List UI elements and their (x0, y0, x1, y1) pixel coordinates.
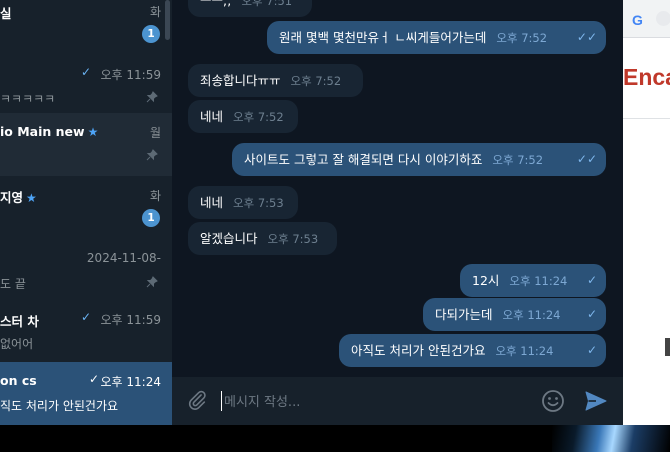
scroll-marker (665, 338, 670, 356)
message-input[interactable]: 메시지 작성... (224, 391, 300, 410)
message-time: 오후 11:24 (509, 274, 568, 288)
browser-toolbar: G (623, 0, 670, 38)
check-icon: ✓ (586, 307, 597, 321)
chat-time: 화 (149, 5, 161, 19)
chat-title: 실 (0, 6, 12, 21)
chat-preview: 없어어 (0, 337, 34, 351)
pin-icon (146, 276, 158, 288)
chat-list-item-selected[interactable]: on cs ✓ 오후 11:24 직도 처리가 안된건가요 (0, 362, 172, 425)
read-check-icon: ✓ (80, 65, 91, 79)
message-text: 사이트도 그렇고 잘 해결되면 다시 이야기하죠 (244, 152, 483, 167)
chat-title-text: io Main new (0, 124, 85, 139)
profile-avatar[interactable] (656, 11, 670, 26)
message-text: 네네 (200, 109, 224, 124)
incoming-message: 네네 오후 7:53 (188, 186, 298, 219)
paperclip-icon[interactable] (186, 389, 208, 411)
message-text: 아직도 처리가 안된건가요 (351, 343, 486, 358)
chat-title: 스터 차 (0, 314, 39, 329)
page-heading: Enca (623, 64, 670, 90)
desktop-wallpaper (552, 425, 670, 452)
taskbar-strip (0, 425, 552, 452)
send-icon[interactable] (584, 389, 608, 413)
google-icon[interactable]: G (632, 12, 643, 28)
emoji-icon[interactable] (541, 389, 565, 413)
chat-title: 지영 ★ (0, 187, 37, 206)
chat-title-text: 지영 (0, 190, 24, 205)
chat-list-item[interactable]: 실 화 1 (0, 0, 172, 55)
message-time: 오후 7:52 (496, 31, 548, 45)
chat-time: 월 (149, 126, 161, 140)
text-cursor (221, 391, 222, 411)
chat-list-item[interactable]: 2024-11-08- 도 끝 (0, 240, 172, 303)
chat-list-item[interactable]: io Main new ★ 월 (0, 113, 172, 176)
divider (623, 118, 670, 119)
outgoing-message: 아직도 처리가 안된건가요 오후 11:24 ✓ (339, 334, 606, 367)
message-time: 오후 7:51 (241, 0, 293, 8)
pin-icon (146, 91, 158, 103)
pin-icon (146, 149, 158, 161)
chat-list-item[interactable]: 스터 차 ✓ 오후 11:59 없어어 (0, 300, 172, 363)
check-icon: ✓ (586, 273, 597, 287)
outgoing-message: 12시 오후 11:24 ✓ (460, 264, 606, 297)
message-text: ㅡㅡ;; (200, 0, 232, 8)
message-composer: 메시지 작성... (172, 377, 623, 425)
message-text: 알겠습니다 (200, 231, 258, 246)
message-time: 오후 7:52 (233, 110, 284, 124)
message-time: 오후 11:24 (495, 344, 554, 358)
star-icon: ★ (87, 125, 99, 139)
read-check-icon: ✓ (80, 310, 91, 324)
outgoing-message: 원래 몇백 몇천만유ㅓ ㄴ씨게들어가는데 오후 7:52 ✓✓ (267, 21, 606, 54)
chat-time: 오후 11:59 (100, 68, 161, 82)
message-text: 죄송합니다ㅠㅠ (200, 73, 281, 88)
message-time: 오후 7:53 (233, 196, 284, 210)
message-text: 원래 몇백 몇천만유ㅓ ㄴ씨게들어가는데 (279, 30, 487, 45)
outgoing-message: 다되가는데 오후 11:24 ✓ (423, 298, 606, 331)
message-time: 오후 7:52 (290, 74, 342, 88)
chat-list-item[interactable]: 지영 ★ 화 1 (0, 176, 172, 239)
chat-preview: 직도 처리가 안된건가요 (0, 399, 119, 413)
check-icon: ✓ (586, 343, 597, 357)
message-text: 12시 (472, 273, 500, 288)
message-text: 다되가는데 (435, 307, 493, 322)
outgoing-message: 사이트도 그렇고 잘 해결되면 다시 이야기하죠 오후 7:52 ✓✓ (232, 143, 606, 176)
star-icon: ★ (26, 191, 37, 205)
chat-time: 화 (149, 189, 161, 203)
message-time: 오후 7:53 (267, 232, 319, 246)
incoming-message: 알겠습니다 오후 7:53 (188, 222, 337, 255)
chat-title: on cs (0, 373, 37, 388)
message-time: 오후 11:24 (502, 308, 561, 322)
read-check-icon: ✓ (88, 372, 99, 386)
chat-time: 2024-11-08- (86, 251, 161, 265)
message-history[interactable]: ㅡㅡ;; 오후 7:51 원래 몇백 몇천만유ㅓ ㄴ씨게들어가는데 오후 7:52 … (172, 0, 623, 425)
background-browser-window[interactable]: G Enca (623, 0, 670, 425)
double-check-icon: ✓✓ (576, 30, 597, 44)
chat-time: 오후 11:59 (100, 313, 161, 327)
double-check-icon: ✓✓ (576, 152, 597, 166)
incoming-message: ㅡㅡ;; 오후 7:51 (188, 0, 312, 17)
incoming-message: 네네 오후 7:52 (188, 100, 298, 133)
chat-preview: ㅋㅋㅋㅋㅋ (0, 92, 56, 106)
chat-list-item[interactable]: ✓ 오후 11:59 ㅋㅋㅋㅋㅋ (0, 55, 172, 118)
message-time: 오후 7:52 (492, 153, 544, 167)
chat-preview: 도 끝 (0, 277, 26, 291)
unread-badge: 1 (142, 209, 160, 227)
message-text: 네네 (200, 195, 224, 210)
incoming-message: 죄송합니다ㅠㅠ 오후 7:52 (188, 64, 363, 97)
chat-list-sidebar: 실 화 1 ✓ 오후 11:59 ㅋㅋㅋㅋㅋ io Main new ★ 월 지영… (0, 0, 172, 425)
unread-badge: 1 (142, 25, 160, 43)
chat-title: io Main new ★ (0, 124, 98, 139)
chat-time: 오후 11:24 (100, 375, 161, 389)
